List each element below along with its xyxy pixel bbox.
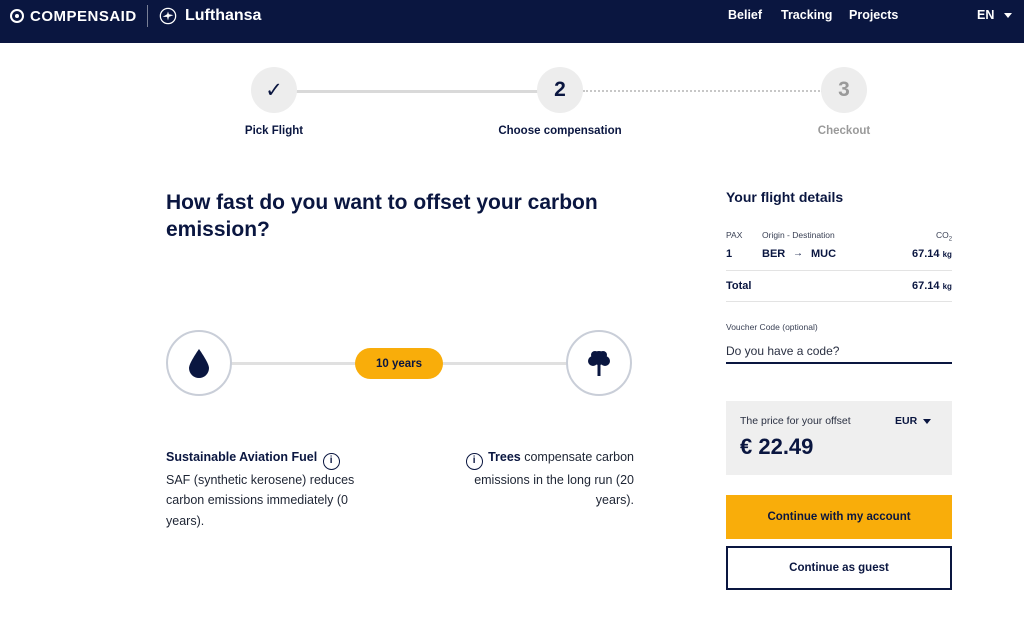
pax-value: 1 (726, 248, 733, 260)
arrow-right-icon: → (793, 248, 803, 259)
co2-header-sub: 2 (948, 236, 953, 243)
step-2-number: 2 (554, 78, 566, 101)
flight-details-title: Your flight details (726, 189, 844, 205)
compensaid-logo-icon (10, 9, 24, 23)
lufthansa-logo[interactable]: Lufthansa (159, 6, 261, 26)
co2-value: 67.14 kg (912, 248, 952, 260)
language-selector[interactable]: EN (977, 8, 1013, 22)
total-co2-unit: kg (942, 282, 952, 291)
origin-value: BER (762, 248, 786, 260)
page-title: How fast do you want to offset your carb… (166, 191, 598, 241)
info-icon[interactable]: i (322, 452, 340, 470)
destination-value: MUC (811, 248, 837, 260)
co2-amount: 67.14 (912, 248, 940, 260)
lufthansa-crane-icon (159, 7, 177, 25)
total-co2-value: 67.14 kg (912, 280, 952, 292)
step-3-circle: 3 (821, 67, 867, 113)
price-value: € 22.49 (740, 434, 814, 459)
nav-projects[interactable]: Projects (849, 8, 898, 22)
continue-with-account-button[interactable]: Continue with my account (726, 495, 952, 539)
trees-title: Trees (488, 450, 521, 464)
step-2-label: Choose compensation (498, 125, 622, 137)
currency-selector[interactable]: EUR (895, 415, 932, 427)
saf-title: Sustainable Aviation Fuel (166, 450, 318, 464)
compensaid-logo[interactable]: COMPENSAID (10, 7, 137, 25)
voucher-code-input[interactable] (726, 340, 952, 364)
brand-name: COMPENSAID (30, 7, 137, 25)
drop-icon (189, 349, 209, 378)
top-navigation-bar: COMPENSAID Lufthansa Belief Tracking Pro… (0, 0, 1024, 43)
total-label: Total (726, 280, 752, 292)
pax-header: PAX (726, 230, 743, 240)
table-divider (726, 270, 952, 271)
saf-body: SAF (synthetic kerosene) reduces carbon … (166, 472, 355, 528)
trees-description: i Trees compensate carbon emissions in t… (438, 447, 634, 511)
saf-description: Sustainable Aviation Fuel i SAF (synthet… (166, 447, 366, 531)
chevron-down-icon (1004, 12, 1013, 18)
step-connector-pending (583, 90, 823, 92)
tree-icon (588, 351, 610, 376)
co2-header-text: CO (936, 230, 949, 240)
saf-endpoint[interactable] (166, 330, 232, 396)
table-divider (726, 301, 952, 302)
step-1-label[interactable]: Pick Flight (184, 125, 364, 137)
co2-header: CO2 (936, 230, 952, 243)
info-icon[interactable]: i (465, 452, 483, 470)
language-label: EN (977, 8, 995, 22)
chevron-down-icon (923, 418, 932, 424)
logo-divider (147, 5, 148, 27)
price-label: The price for your offset (740, 415, 851, 427)
voucher-label: Voucher Code (optional) (726, 322, 818, 332)
step-3-number: 3 (838, 78, 850, 101)
currency-label: EUR (895, 415, 918, 427)
nav-belief[interactable]: Belief (728, 8, 762, 22)
trees-endpoint[interactable] (566, 330, 632, 396)
total-co2-amount: 67.14 (912, 280, 940, 292)
continue-as-guest-button[interactable]: Continue as guest (726, 546, 952, 590)
checkmark-icon: ✓ (265, 78, 283, 102)
route-header: Origin - Destination (762, 230, 835, 240)
step-2-circle: 2 (537, 67, 583, 113)
slider-handle[interactable]: 10 years (355, 348, 443, 379)
step-1-circle[interactable]: ✓ (251, 67, 297, 113)
step-connector-done (296, 90, 539, 93)
co2-unit: kg (942, 250, 952, 259)
step-3-label: Checkout (817, 125, 871, 137)
partner-name: Lufthansa (185, 7, 262, 24)
nav-tracking[interactable]: Tracking (781, 8, 832, 22)
price-box: The price for your offset EUR € 22.49 (726, 401, 952, 475)
